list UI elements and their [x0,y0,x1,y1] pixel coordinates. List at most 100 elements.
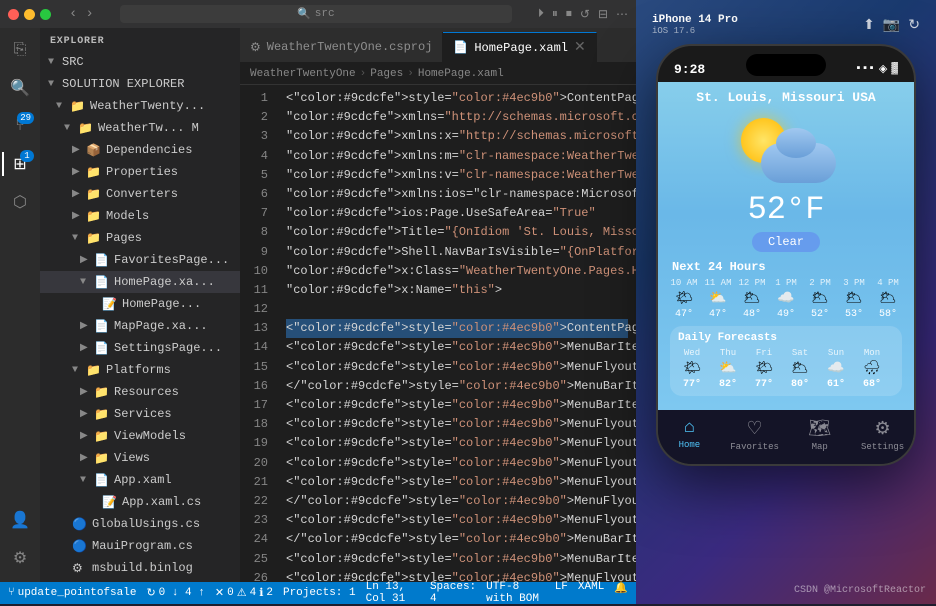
sidebar-solution[interactable]: ▼ SOLUTION EXPLORER [40,73,240,95]
breadcrumb-item[interactable]: HomePage.xaml [418,68,504,80]
sidebar-item-services[interactable]: ▶ 📁 Services [40,403,240,425]
close-button[interactable] [8,9,19,20]
hourly-icon: 🌤 [675,290,693,307]
item-label: Converters [106,187,178,201]
status-sync[interactable]: ↻ 0 ↓ 4 ↑ [146,586,204,600]
hourly-item: 4 PM 🌥 58° [874,278,902,320]
sidebar-item-views[interactable]: ▶ 📁 Views [40,447,240,469]
sidebar-item-mappage[interactable]: ▶ 📄 MapPage.xa... [40,315,240,337]
toolbar-icons: ⏵ ⏸ ⏹ ↺ ⊟ ⋯ [538,7,628,22]
tab-csproj[interactable]: ⚙ WeatherTwentyOne.csproj [240,32,443,62]
file-icon: 📄 [94,253,110,268]
file-icon: ⚙ [72,561,88,576]
more-icon[interactable]: ⋯ [616,7,628,22]
status-encoding[interactable]: UTF-8 with BOM [486,581,545,605]
camera-icon[interactable]: 📷 [883,17,900,34]
sidebar-item-weathertwm[interactable]: ▼ 📁 WeatherTw... M [40,117,240,139]
sidebar-item-dependencies[interactable]: ▶ 📦 Dependencies [40,139,240,161]
daily-day: Fri [756,348,772,358]
activity-settings[interactable]: ⚙ [2,540,38,576]
sidebar-item-appxaml[interactable]: ▼ 📄 App.xaml [40,469,240,491]
activity-debug[interactable]: ⬡ [2,184,38,220]
play-icon[interactable]: ⏵ [538,7,544,22]
weather-icon-area [736,113,836,183]
sidebar-item-resources[interactable]: ▶ 📁 Resources [40,381,240,403]
sidebar-item-msbuild[interactable]: ⚙ msbuild.binlog [40,557,240,579]
daily-hi: 77° [755,379,773,390]
refresh-icon[interactable]: ↺ [580,7,590,22]
sidebar-item-homepage[interactable]: ▼ 📄 HomePage.xa... [40,271,240,293]
sidebar-item-properties[interactable]: ▶ 📁 Properties [40,161,240,183]
tabs-bar: ⚙ WeatherTwentyOne.csproj 📄 HomePage.xam… [240,28,636,63]
sidebar-src[interactable]: ▼ SRC [40,51,240,73]
sidebar-item-globalusings[interactable]: 🔵 GlobalUsings.cs [40,513,240,535]
tree-arrow-icon: ▼ [48,57,62,68]
folder-icon: 📁 [86,363,102,378]
folder-icon: 📁 [94,451,110,466]
tab-close-icon[interactable]: ✕ [574,39,586,56]
sidebar-item-platforms[interactable]: ▼ 📁 Platforms [40,359,240,381]
status-spaces[interactable]: Spaces: 4 [430,581,476,605]
status-errors[interactable]: ✕ 0 ⚠ 4 ℹ 2 [215,586,273,600]
sync-icon: ↻ [146,586,155,600]
status-branch[interactable]: ⑂ update_pointofsale [8,587,136,599]
code-content[interactable]: <"color:#9cdcfe">style="color:#4ec9b0">C… [278,85,636,582]
search-icon: 🔍 [10,78,30,98]
stop-icon[interactable]: ⏹ [566,7,572,22]
tree-arrow-icon: ▼ [48,79,62,90]
share-icon[interactable]: ⬆ [863,17,875,34]
file-icon: 🔵 [72,539,88,554]
tree-arrow-icon: ▶ [80,452,94,464]
tab-icon: 🗺 [808,418,831,440]
activity-extensions[interactable]: ⊞ 1 [2,146,38,182]
activity-search[interactable]: 🔍 [2,70,38,106]
status-lineending[interactable]: LF [555,581,568,605]
folder-icon: 📦 [86,143,102,158]
minimize-button[interactable] [24,9,35,20]
daily-icon: 🌧 [863,360,881,377]
sidebar-item-homepagecs[interactable]: 📝 HomePage... [40,293,240,315]
breadcrumb-item[interactable]: Pages [370,68,403,80]
forward-button[interactable]: › [85,6,93,22]
file-icon: 🔵 [72,517,88,532]
sidebar-item-weathertwenty[interactable]: ▼ 📁 WeatherTwenty... [40,95,240,117]
tab-label: HomePage.xaml [474,41,568,55]
sidebar-item-mauiprogram[interactable]: 🔵 MauiProgram.cs [40,535,240,557]
tree-arrow-icon: ▶ [72,188,86,200]
iphone-tab-home[interactable]: ⌂ Home [667,418,711,452]
breadcrumb-item[interactable]: WeatherTwentyOne [250,68,356,80]
tab-homepage-xaml[interactable]: 📄 HomePage.xaml ✕ [443,32,596,62]
iphone-tab-map[interactable]: 🗺 Map [798,418,842,452]
sidebar-item-models[interactable]: ▶ 📁 Models [40,205,240,227]
split-icon[interactable]: ⊟ [598,7,608,22]
activity-files[interactable]: ⎘ [2,32,38,68]
daily-icon: ☁️ [827,360,844,377]
status-language[interactable]: XAML [578,581,604,605]
daily-item: Thu ⛅ 82° [714,348,742,390]
sidebar-item-settings[interactable]: ▶ 📄 SettingsPage... [40,337,240,359]
search-bar[interactable]: 🔍 src [120,5,512,23]
hourly-scroll: 10 AM 🌤 47° 11 AM ⛅ 47° 12 PM 🌥 48° 1 PM… [670,278,902,320]
sidebar-item-appxamlcs[interactable]: 📝 App.xaml.cs [40,491,240,513]
hourly-temp: 49° [777,309,795,320]
status-position[interactable]: Ln 13, Col 31 [366,581,420,605]
hourly-time: 1 PM [775,278,797,288]
sidebar-item-converters[interactable]: ▶ 📁 Converters [40,183,240,205]
daily-item: Sat 🌥 80° [786,348,814,390]
activity-accounts[interactable]: 👤 [2,502,38,538]
sidebar-item-pages[interactable]: ▼ 📁 Pages [40,227,240,249]
iphone-tab-favorites[interactable]: ♡ Favorites [730,418,779,452]
hourly-icon: 🌥 [879,290,897,307]
sidebar-item-favorites[interactable]: ▶ 📄 FavoritesPage... [40,249,240,271]
activity-source-control[interactable]: ⑂ 29 [2,108,38,144]
maximize-button[interactable] [40,9,51,20]
sidebar-item-viewmodels[interactable]: ▶ 📁 ViewModels [40,425,240,447]
back-button[interactable]: ‹ [69,6,77,22]
phone-ios: iOS 17.6 [652,26,738,36]
nav-buttons: ‹ › [69,6,94,22]
pause-icon[interactable]: ⏸ [552,7,558,22]
hourly-temp: 48° [743,309,761,320]
status-projects[interactable]: Projects: 1 [283,587,356,599]
iphone-tab-settings[interactable]: ⚙ Settings [861,418,905,452]
rotate-icon[interactable]: ↻ [908,17,920,34]
